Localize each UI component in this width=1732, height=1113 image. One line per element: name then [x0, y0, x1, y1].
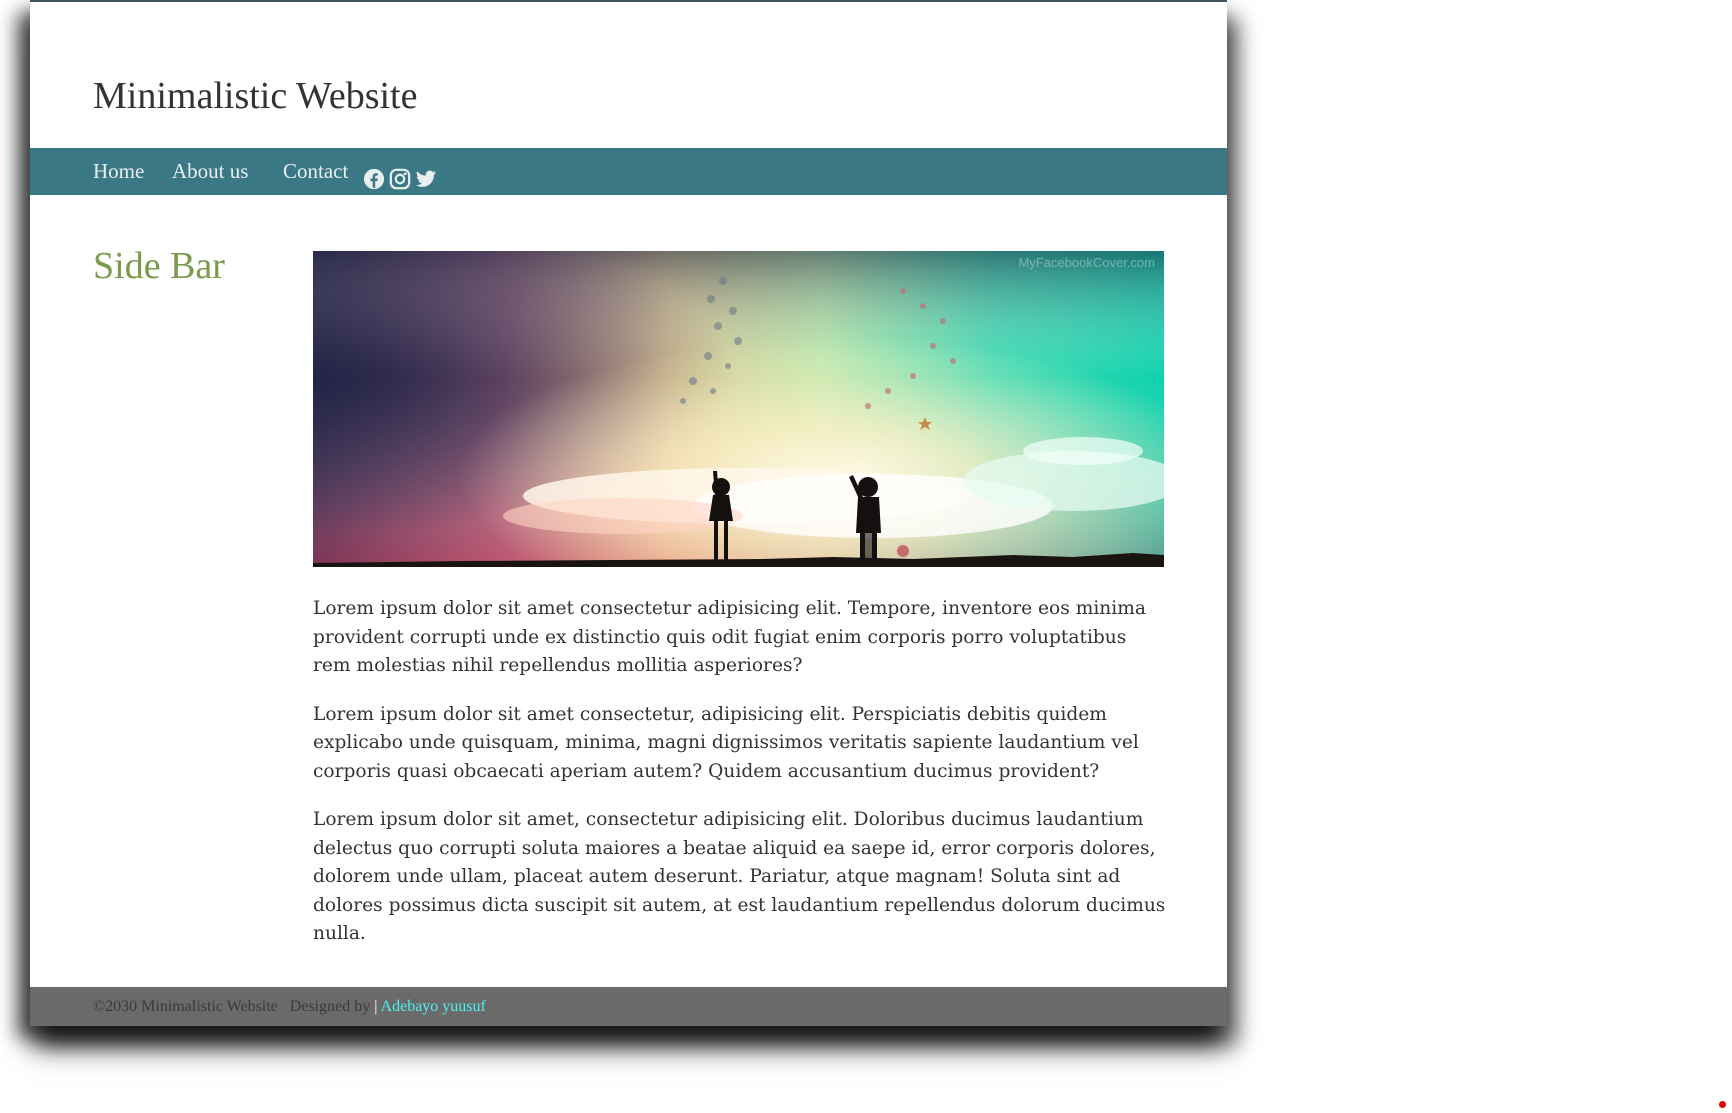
nav-contact-link[interactable]: Contact — [283, 148, 348, 195]
sidebar-title: Side Bar — [93, 245, 225, 287]
footer-text: ©2030 Minimalistic Website Designed by |… — [93, 987, 486, 1026]
copyright-text: ©2030 Minimalistic Website Designed by — [93, 998, 375, 1015]
instagram-icon[interactable] — [389, 160, 411, 190]
site-footer: ©2030 Minimalistic Website Designed by |… — [30, 987, 1227, 1026]
content-paragraph: Lorem ipsum dolor sit amet, consectetur … — [313, 809, 1166, 944]
hero-image: MyFacebookCover.com — [313, 251, 1164, 567]
nav-home-link[interactable]: Home — [93, 148, 144, 195]
main-content: Lorem ipsum dolor sit amet consectetur a… — [313, 595, 1168, 969]
content-paragraph: Lorem ipsum dolor sit amet consectetur, … — [313, 703, 1139, 782]
page-container: Minimalistic Website Home About us Conta… — [30, 0, 1227, 1026]
indicator-dot — [1719, 1101, 1726, 1108]
site-header: Minimalistic Website — [30, 2, 1227, 148]
main-nav: Home About us Contact — [30, 148, 1227, 195]
hero-watermark: MyFacebookCover.com — [1018, 255, 1155, 270]
site-title: Minimalistic Website — [93, 75, 418, 117]
facebook-icon[interactable] — [363, 160, 385, 190]
author-link[interactable]: Adebayo yuusuf — [377, 998, 486, 1015]
nav-about-link[interactable]: About us — [172, 148, 248, 195]
twitter-icon[interactable] — [414, 160, 437, 187]
content-paragraph: Lorem ipsum dolor sit amet consectetur a… — [313, 598, 1146, 676]
